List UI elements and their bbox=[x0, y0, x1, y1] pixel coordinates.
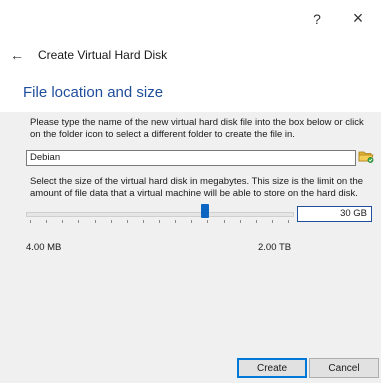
content-panel bbox=[0, 112, 381, 352]
slider-tick bbox=[62, 220, 63, 223]
slider-tick bbox=[111, 220, 112, 223]
slider-tick bbox=[288, 220, 289, 223]
folder-icon[interactable] bbox=[358, 148, 374, 164]
size-slider[interactable] bbox=[26, 204, 294, 228]
back-button[interactable]: ← bbox=[10, 46, 26, 64]
page-title: File location and size bbox=[23, 84, 164, 101]
size-instruction: Select the size of the virtual hard disk… bbox=[30, 176, 364, 199]
slider-tick bbox=[143, 220, 144, 223]
slider-handle[interactable] bbox=[201, 204, 209, 218]
slider-tick bbox=[46, 220, 47, 223]
slider-tick bbox=[191, 220, 192, 223]
cancel-button[interactable]: Cancel bbox=[309, 358, 379, 378]
max-size-label: 2.00 TB bbox=[258, 242, 292, 253]
title-bar: ? × bbox=[0, 0, 381, 38]
slider-ticks bbox=[26, 220, 292, 224]
slider-tick bbox=[256, 220, 257, 223]
slider-tick bbox=[30, 220, 31, 223]
slider-tick bbox=[175, 220, 176, 223]
slider-tick bbox=[127, 220, 128, 223]
slider-tick bbox=[95, 220, 96, 223]
slider-track[interactable] bbox=[26, 212, 294, 217]
slider-tick bbox=[224, 220, 225, 223]
help-button[interactable]: ? bbox=[309, 10, 325, 28]
slider-tick bbox=[272, 220, 273, 223]
slider-tick bbox=[207, 220, 208, 223]
close-button[interactable]: × bbox=[348, 8, 368, 28]
slider-tick bbox=[78, 220, 79, 223]
slider-tick bbox=[240, 220, 241, 223]
wizard-title: Create Virtual Hard Disk bbox=[38, 48, 168, 62]
min-size-label: 4.00 MB bbox=[26, 242, 62, 253]
location-instruction: Please type the name of the new virtual … bbox=[30, 117, 364, 140]
slider-tick bbox=[159, 220, 160, 223]
create-button[interactable]: Create bbox=[237, 358, 307, 378]
size-input[interactable]: 30 GB bbox=[297, 206, 372, 222]
wizard-header: ← Create Virtual Hard Disk bbox=[0, 44, 381, 68]
file-name-input[interactable]: Debian bbox=[26, 150, 356, 166]
